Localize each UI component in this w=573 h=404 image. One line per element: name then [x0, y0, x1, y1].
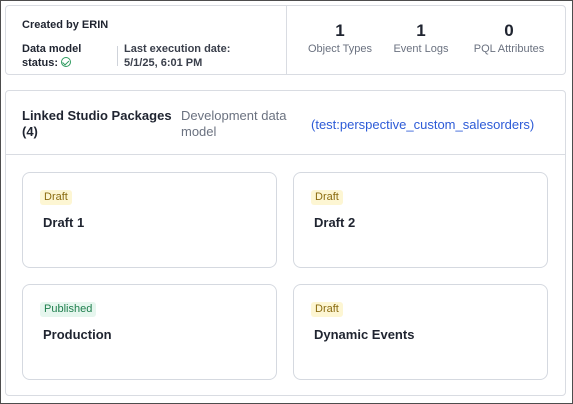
last-execution-label: Last execution date:: [124, 43, 231, 55]
package-name: Dynamic Events: [314, 327, 415, 342]
panel-title: Linked Studio Packages (4): [22, 108, 172, 139]
package-card-dynamic-events[interactable]: Draft Dynamic Events: [293, 284, 548, 380]
info-divider: [117, 46, 118, 66]
package-card-draft-1[interactable]: Draft Draft 1: [22, 172, 277, 268]
created-by-text: Created by ERIN: [22, 19, 109, 31]
panel-subtitle: Development data model: [181, 108, 287, 139]
status-badge: Draft: [40, 190, 72, 205]
package-card-draft-2[interactable]: Draft Draft 2: [293, 172, 548, 268]
linked-packages-panel: Linked Studio Packages (4) Development d…: [5, 90, 566, 396]
last-execution: Last execution date: 5/1/25, 6:01 PM: [124, 42, 230, 70]
stat-event-logs: 1 Event Logs: [392, 20, 450, 56]
package-name: Draft 2: [314, 215, 356, 230]
data-model-link[interactable]: (test:perspective_custom_salesorders): [311, 117, 534, 133]
package-name: Draft 1: [43, 215, 85, 230]
status-badge: Draft: [311, 190, 343, 205]
check-circle-icon: [61, 57, 72, 67]
stat-value: 1: [335, 21, 345, 40]
status-badge: Published: [40, 302, 97, 317]
stat-object-types: 1 Object Types: [305, 20, 375, 56]
package-card-production[interactable]: Published Production: [22, 284, 277, 380]
stat-label: Object Types: [308, 43, 372, 55]
package-name: Production: [43, 327, 112, 342]
data-model-summary: Created by ERIN Data model status: Last …: [5, 5, 566, 75]
stat-value: 0: [504, 21, 514, 40]
data-model-status: Data model status:: [22, 42, 112, 70]
app-frame: Created by ERIN Data model status: Last …: [0, 0, 573, 404]
stat-pql-attributes: 0 PQL Attributes: [469, 20, 549, 56]
last-execution-value: 5/1/25, 6:01 PM: [124, 57, 203, 69]
stat-value: 1: [416, 21, 426, 40]
stat-label: PQL Attributes: [473, 43, 545, 55]
summary-info: Created by ERIN Data model status: Last …: [6, 6, 286, 74]
data-model-status-label: Data model status:: [22, 43, 82, 69]
status-badge: Draft: [311, 302, 343, 317]
panel-header: Linked Studio Packages (4) Development d…: [6, 91, 565, 155]
stat-label: Event Logs: [393, 43, 449, 55]
summary-divider: [286, 6, 287, 74]
